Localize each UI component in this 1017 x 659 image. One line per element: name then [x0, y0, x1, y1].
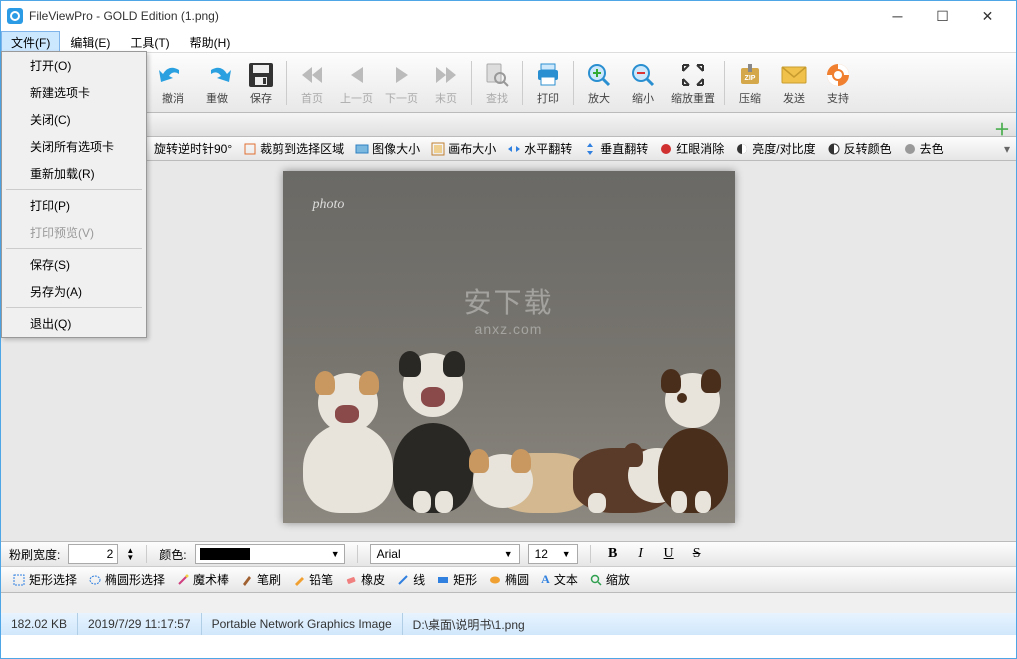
menu-close[interactable]: 关闭(C): [2, 106, 146, 133]
image-toolbar: 旋转逆时针90° 裁剪到选择区域 图像大小 画布大小 水平翻转 垂直翻转 红眼消…: [1, 137, 1016, 161]
statusbar: 182.02 KB 2019/7/29 11:17:57 Portable Ne…: [1, 613, 1016, 635]
save-button[interactable]: 保存: [239, 56, 283, 110]
menu-newtab[interactable]: 新建选项卡: [2, 79, 146, 106]
image-signature: photo: [313, 197, 345, 213]
status-date: 2019/7/29 11:17:57: [78, 613, 202, 635]
main-toolbar: 撤消 重做 保存 首页 上一页 下一页 末页 查找 打印 放大 缩小 缩放重置 …: [1, 53, 1016, 113]
brightness-contrast-button[interactable]: 亮度/对比度: [731, 139, 819, 158]
pencil-tool[interactable]: 铅笔: [289, 570, 337, 589]
font-size-select[interactable]: 12▼: [528, 544, 578, 564]
app-icon: [7, 8, 23, 24]
status-filetype: Portable Network Graphics Image: [202, 613, 403, 635]
displayed-image: photo 安下载 anxz.com: [283, 171, 735, 523]
brush-width-input[interactable]: [68, 544, 118, 564]
font-family-select[interactable]: Arial▼: [370, 544, 520, 564]
menu-printpreview: 打印预览(V): [2, 219, 146, 246]
menu-help[interactable]: 帮助(H): [180, 31, 241, 52]
zoom-in-button[interactable]: 放大: [577, 56, 621, 110]
prev-page-button[interactable]: 上一页: [334, 56, 379, 110]
close-button[interactable]: ✕: [965, 2, 1010, 30]
minimize-button[interactable]: ─: [875, 2, 920, 30]
brush-toolbar: 粉刷宽度: ▲▼ 颜色: ▼ Arial▼ 12▼ B I U S: [1, 541, 1016, 567]
menu-print[interactable]: 打印(P): [2, 192, 146, 219]
desaturate-button[interactable]: 去色: [899, 139, 948, 158]
first-page-button[interactable]: 首页: [290, 56, 334, 110]
crop-button[interactable]: 裁剪到选择区域: [239, 139, 348, 158]
compress-button[interactable]: ZIP压缩: [728, 56, 772, 110]
flip-horizontal-button[interactable]: 水平翻转: [503, 139, 576, 158]
italic-button[interactable]: I: [631, 545, 651, 563]
tabstrip: ＋: [1, 113, 1016, 137]
zoom-out-button[interactable]: 缩小: [621, 56, 665, 110]
line-tool[interactable]: 线: [393, 570, 429, 589]
brush-tool[interactable]: 笔刷: [237, 570, 285, 589]
rotate-ccw-button[interactable]: 旋转逆时针90°: [150, 139, 236, 158]
new-tab-button[interactable]: ＋: [994, 116, 1010, 132]
svg-text:ZIP: ZIP: [745, 75, 756, 82]
color-picker[interactable]: ▼: [195, 544, 345, 564]
rect-select-tool[interactable]: 矩形选择: [9, 570, 81, 589]
menu-edit[interactable]: 编辑(E): [60, 31, 120, 52]
bold-button[interactable]: B: [603, 545, 623, 563]
brush-width-label: 粉刷宽度:: [9, 546, 60, 563]
find-button[interactable]: 查找: [475, 56, 519, 110]
redo-button[interactable]: 重做: [195, 56, 239, 110]
eraser-tool[interactable]: 橡皮: [341, 570, 389, 589]
image-content: [283, 323, 735, 513]
underline-button[interactable]: U: [659, 545, 679, 563]
redeye-button[interactable]: 红眼消除: [655, 139, 728, 158]
menu-reload[interactable]: 重新加载(R): [2, 160, 146, 187]
rectangle-tool[interactable]: 矩形: [433, 570, 481, 589]
menu-quit[interactable]: 退出(Q): [2, 310, 146, 337]
invert-colors-button[interactable]: 反转颜色: [823, 139, 896, 158]
menubar: 文件(F) 编辑(E) 工具(T) 帮助(H): [1, 31, 1016, 53]
last-page-button[interactable]: 末页: [424, 56, 468, 110]
titlebar: FileViewPro - GOLD Edition (1.png) ─ ☐ ✕: [1, 1, 1016, 31]
width-down[interactable]: ▼: [126, 554, 134, 561]
text-tool[interactable]: A文本: [537, 570, 582, 589]
magic-wand-tool[interactable]: 魔术棒: [173, 570, 233, 589]
window-title: FileViewPro - GOLD Edition (1.png): [29, 9, 219, 23]
flip-vertical-button[interactable]: 垂直翻转: [579, 139, 652, 158]
image-size-button[interactable]: 图像大小: [351, 139, 424, 158]
color-label: 颜色:: [159, 546, 186, 563]
zoom-reset-button[interactable]: 缩放重置: [665, 56, 721, 110]
maximize-button[interactable]: ☐: [920, 2, 965, 30]
menu-closeall[interactable]: 关闭所有选项卡: [2, 133, 146, 160]
menu-separator: [6, 307, 142, 308]
menu-file[interactable]: 文件(F): [1, 31, 60, 52]
undo-button[interactable]: 撤消: [151, 56, 195, 110]
gap: [1, 593, 1016, 613]
print-button[interactable]: 打印: [526, 56, 570, 110]
zoom-tool[interactable]: 缩放: [586, 570, 634, 589]
send-button[interactable]: 发送: [772, 56, 816, 110]
next-page-button[interactable]: 下一页: [379, 56, 424, 110]
ellipse-select-tool[interactable]: 椭圆形选择: [85, 570, 169, 589]
toolbar-overflow-button[interactable]: ▾: [1002, 142, 1012, 156]
ellipse-tool[interactable]: 椭圆: [485, 570, 533, 589]
strike-button[interactable]: S: [687, 545, 707, 563]
canvas-size-button[interactable]: 画布大小: [427, 139, 500, 158]
support-button[interactable]: 支持: [816, 56, 860, 110]
menu-open[interactable]: 打开(O): [2, 52, 146, 79]
status-filepath: D:\桌面\说明书\1.png: [403, 613, 535, 635]
menu-separator: [6, 189, 142, 190]
menu-separator: [6, 248, 142, 249]
menu-saveas[interactable]: 另存为(A): [2, 278, 146, 305]
menu-tools[interactable]: 工具(T): [120, 31, 179, 52]
file-dropdown: 打开(O) 新建选项卡 关闭(C) 关闭所有选项卡 重新加载(R) 打印(P) …: [1, 51, 147, 338]
menu-save[interactable]: 保存(S): [2, 251, 146, 278]
image-viewport[interactable]: photo 安下载 anxz.com: [1, 161, 1016, 541]
drawing-toolbar: 矩形选择 椭圆形选择 魔术棒 笔刷 铅笔 橡皮 线 矩形 椭圆 A文本 缩放: [1, 567, 1016, 593]
status-filesize: 182.02 KB: [1, 613, 78, 635]
